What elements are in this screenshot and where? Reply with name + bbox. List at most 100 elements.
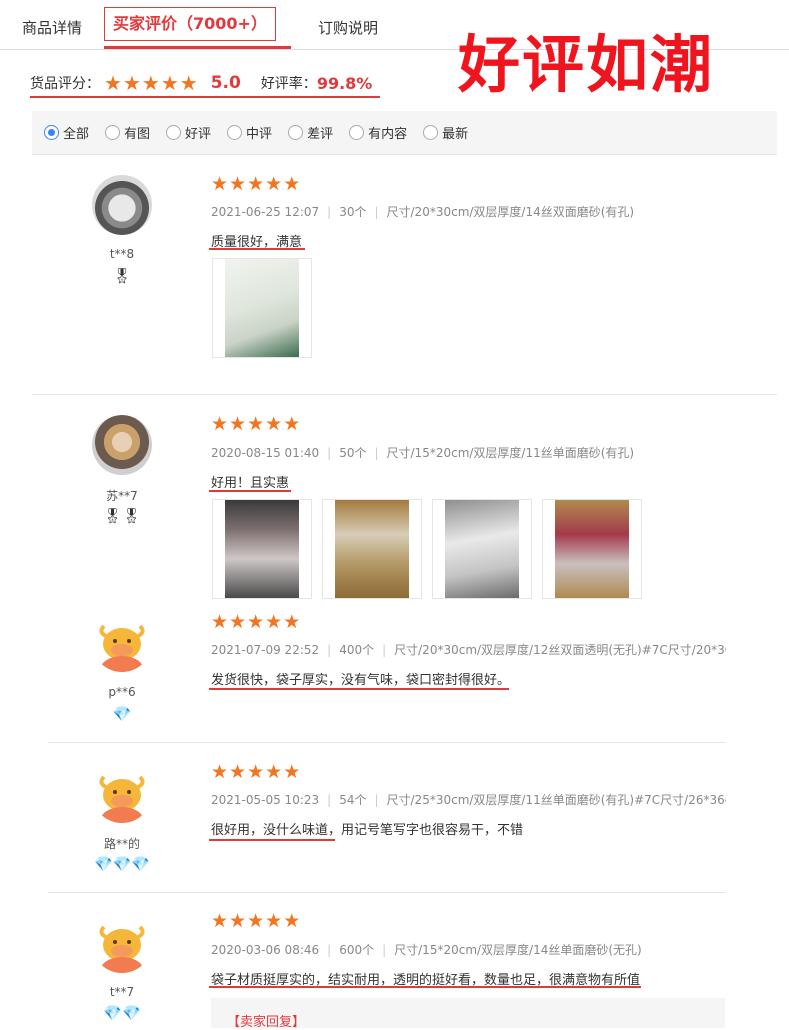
review-meta: 2021-07-09 22:52 | 400个 | 尺寸/20*30cm/双层厚度/12…: [211, 641, 726, 658]
review-photo[interactable]: [542, 499, 642, 599]
divider: [48, 892, 726, 893]
rating-score: 5.0: [210, 73, 241, 93]
review-stars: ★ ★ ★ ★ ★: [211, 612, 301, 632]
review-date: 2020-08-15 01:40: [211, 446, 320, 460]
star-icon: ★: [283, 413, 301, 435]
star-icon: ★: [247, 761, 265, 783]
review-photo[interactable]: [432, 499, 532, 599]
star-icon: ★: [229, 910, 247, 932]
radio-icon[interactable]: [349, 125, 365, 140]
review-spec: 尺寸/15*20cm/双层厚度/14丝单面磨砂(无孔): [394, 943, 642, 957]
review-stars: ★ ★ ★ ★ ★: [211, 174, 301, 194]
tab-product-details[interactable]: 商品详情: [22, 17, 82, 38]
summary-stars: ★ ★ ★ ★ ★: [104, 73, 199, 93]
star-icon: ★: [265, 910, 283, 932]
username: t**8: [109, 247, 135, 261]
review-meta: 2020-08-15 01:40 | 50个 | 尺寸/15*20cm/双层厚度/11丝…: [211, 446, 635, 460]
review-date: 2021-05-05 10:23: [211, 793, 320, 807]
summary-underline: [30, 96, 380, 98]
review-content: 好用！且实惠: [211, 476, 290, 491]
review-spec: 尺寸/20*30cm/双层厚度/14丝双面磨砂(有孔): [386, 205, 635, 219]
avatar[interactable]: [92, 175, 152, 235]
star-icon: ★: [211, 761, 229, 783]
star-icon: ★: [211, 910, 229, 932]
username: 苏**7: [106, 489, 138, 503]
review-photo[interactable]: [212, 499, 312, 599]
positive-rate-value: 99.8%: [316, 73, 373, 93]
rating-label: 货品评分：: [30, 76, 100, 92]
review-quantity: 54个: [339, 793, 367, 807]
filter-positive[interactable]: 好评: [166, 123, 211, 142]
filter-latest[interactable]: 最新: [423, 123, 468, 142]
content-underline: [209, 839, 335, 841]
radio-icon[interactable]: [288, 125, 304, 140]
star-icon: ★: [122, 71, 141, 95]
star-icon: ★: [211, 611, 229, 633]
review-photo[interactable]: [322, 499, 422, 599]
filter-with-content[interactable]: 有内容: [349, 123, 407, 142]
star-icon: ★: [211, 173, 229, 195]
avatar[interactable]: [92, 612, 152, 672]
review-meta: 2020-03-06 08:46 | 600个 | 尺寸/15*20cm/双层厚度/14…: [211, 943, 642, 957]
seller-reply-label: 【卖家回复】: [227, 1015, 306, 1030]
star-icon: ★: [265, 611, 283, 633]
tab-buyer-reviews[interactable]: 买家评价（7000+）: [104, 7, 276, 41]
username: t**7: [109, 985, 135, 999]
star-icon: ★: [265, 413, 283, 435]
divider: [48, 742, 726, 743]
review-spec: 尺寸/15*20cm/双层厚度/11丝单面磨砂(有孔): [386, 446, 635, 460]
review-quantity: 600个: [339, 943, 375, 957]
seller-reply: 【卖家回复】: [211, 998, 725, 1030]
star-icon: ★: [283, 611, 301, 633]
username: 路**的: [103, 837, 140, 851]
review-content: 很好用，没什么味道，用记号笔写字也很容易干，不错: [211, 823, 524, 838]
rating-summary: 货品评分： ★ ★ ★ ★ ★ 5.0 好评率： 99.8%: [30, 72, 372, 94]
bull-avatar-icon: [92, 612, 152, 672]
content-underline: [209, 688, 509, 690]
review-quantity: 400个: [339, 643, 375, 657]
star-icon: ★: [283, 761, 301, 783]
review-stars: ★ ★ ★ ★ ★: [211, 414, 301, 434]
review-quantity: 30个: [339, 205, 367, 219]
filter-with-images[interactable]: 有图: [105, 123, 150, 142]
star-icon: ★: [229, 611, 247, 633]
filter-all[interactable]: 全部: [44, 123, 89, 142]
review-photo[interactable]: [212, 258, 312, 358]
avatar[interactable]: [92, 913, 152, 973]
review-stars: ★ ★ ★ ★ ★: [211, 911, 301, 931]
avatar[interactable]: [92, 763, 152, 823]
review-spec: 尺寸/25*30cm/双层厚度/11丝单面磨砂(有孔)#7C尺寸/26*36cm…: [386, 793, 726, 807]
review-date: 2021-06-25 12:07: [211, 205, 320, 219]
member-badge-icon: 💎💎: [103, 1004, 141, 1022]
review-spec: 尺寸/20*30cm/双层厚度/12丝双面透明(无孔)#7C尺寸/20*30cm: [394, 643, 726, 657]
positive-rate-label: 好评率：: [260, 76, 317, 92]
star-icon: ★: [229, 761, 247, 783]
bull-avatar-icon: [92, 763, 152, 823]
star-icon: ★: [283, 910, 301, 932]
star-icon: ★: [179, 71, 198, 95]
star-icon: ★: [141, 71, 160, 95]
review-meta: 2021-06-25 12:07 | 30个 | 尺寸/20*30cm/双层厚度/14丝…: [211, 205, 635, 219]
username: p**6: [108, 685, 136, 699]
filter-negative[interactable]: 差评: [288, 123, 333, 142]
review-meta: 2021-05-05 10:23 | 54个 | 尺寸/25*30cm/双层厚度/11丝…: [211, 791, 726, 808]
radio-selected-icon[interactable]: [44, 125, 59, 140]
member-badge-icon: 💎💎💎: [93, 855, 151, 873]
star-icon: ★: [265, 761, 283, 783]
radio-icon[interactable]: [166, 125, 182, 140]
star-icon: ★: [211, 413, 229, 435]
review-stars: ★ ★ ★ ★ ★: [211, 762, 301, 782]
star-icon: ★: [247, 413, 265, 435]
review-content: 发货很快，袋子厚实，没有气味，袋口密封得很好。: [211, 673, 511, 688]
divider: [32, 394, 777, 395]
avatar[interactable]: [92, 415, 152, 475]
star-icon: ★: [283, 173, 301, 195]
radio-icon[interactable]: [105, 125, 121, 140]
radio-icon[interactable]: [227, 125, 243, 140]
radio-icon[interactable]: [423, 125, 439, 140]
star-icon: ★: [229, 413, 247, 435]
filter-neutral[interactable]: 中评: [227, 123, 272, 142]
tab-order-instructions[interactable]: 订购说明: [318, 17, 378, 38]
content-underline: [209, 248, 305, 250]
member-badge-icon: 💎: [112, 705, 132, 723]
